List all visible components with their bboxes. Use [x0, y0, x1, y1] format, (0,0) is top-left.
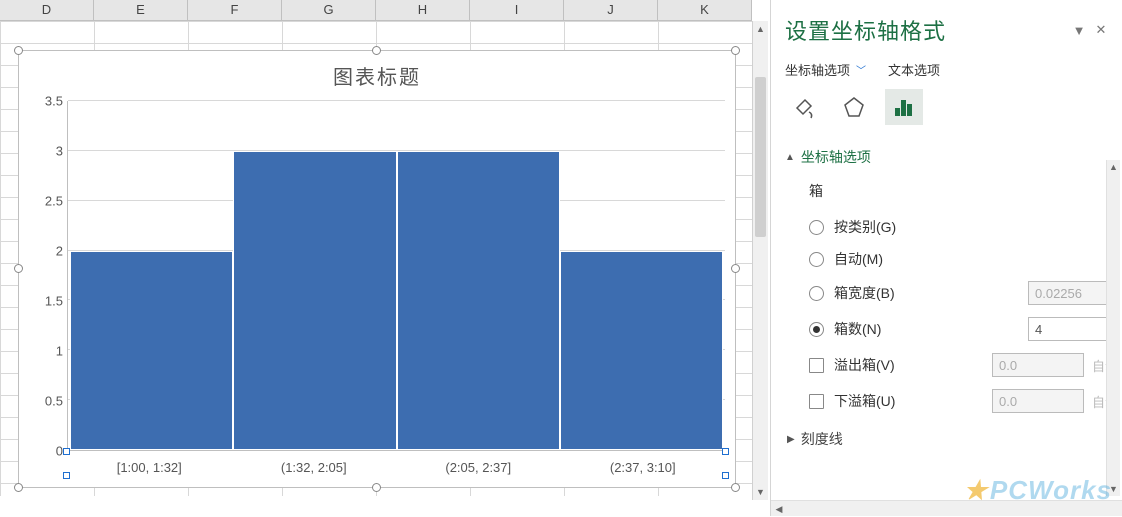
pane-title: 设置坐标轴格式 [785, 14, 1068, 46]
resize-handle[interactable] [372, 483, 381, 492]
y-tick: 2 [56, 244, 63, 259]
resize-handle[interactable] [731, 264, 740, 273]
scrollbar-thumb[interactable] [755, 77, 766, 237]
radio-label: 箱数(N) [834, 319, 1028, 339]
checkbox-icon[interactable] [809, 358, 824, 373]
underflow-input [992, 389, 1084, 413]
triangle-down-icon: ▲ [785, 152, 795, 163]
section-title: 坐标轴选项 [801, 147, 871, 167]
section-header-axis-options[interactable]: ▲ 坐标轴选项 [785, 143, 1120, 177]
radio-automatic[interactable]: 自动(M) [785, 243, 1120, 275]
column-header[interactable]: E [94, 0, 188, 20]
histogram-bars[interactable] [68, 101, 725, 450]
radio-icon[interactable] [809, 252, 824, 267]
column-header[interactable]: D [0, 0, 94, 20]
radio-bin-count[interactable]: 箱数(N) [785, 311, 1120, 347]
vertical-scrollbar[interactable]: ▲ ▼ [752, 21, 768, 500]
resize-handle[interactable] [731, 483, 740, 492]
x-tick: (2:37, 3:10] [561, 460, 726, 475]
column-header[interactable]: G [282, 0, 376, 20]
chart-object[interactable]: 图表标题 0 0.5 1 1.5 2 2.5 3 3.5 [18, 50, 736, 488]
resize-handle[interactable] [14, 46, 23, 55]
effects-icon[interactable] [835, 89, 873, 125]
pane-tabs: 坐标轴选项 ﹀ 文本选项 [783, 60, 1120, 89]
scroll-down-icon[interactable]: ▼ [1107, 482, 1120, 496]
format-axis-pane: 设置坐标轴格式 ▼ ✕ 坐标轴选项 ﹀ 文本选项 [770, 0, 1122, 516]
axis-selection-handle[interactable] [722, 472, 729, 479]
section-title: 刻度线 [801, 429, 843, 449]
x-axis[interactable]: [1:00, 1:32] (1:32, 2:05] (2:05, 2:37] (… [67, 460, 725, 475]
checkbox-icon[interactable] [809, 394, 824, 409]
resize-handle[interactable] [372, 46, 381, 55]
section-header-tick-marks[interactable]: ▶ 刻度线 [785, 419, 1120, 451]
triangle-right-icon: ▶ [787, 434, 795, 445]
resize-handle[interactable] [14, 483, 23, 492]
radio-by-category[interactable]: 按类别(G) [785, 211, 1120, 243]
pane-scrollbar[interactable]: ▲ ▼ [1106, 160, 1120, 496]
pane-icon-tabs [783, 89, 1120, 139]
axis-options-section: ▲ 坐标轴选项 箱 按类别(G) 自动(M) 箱宽度(B) 箱数(N) [783, 139, 1120, 453]
checkbox-label: 下溢箱(U) [834, 391, 992, 411]
y-axis[interactable]: 0 0.5 1 1.5 2 2.5 3 3.5 [29, 101, 67, 451]
scroll-up-icon[interactable]: ▲ [1107, 160, 1120, 174]
histogram-bar[interactable] [233, 151, 396, 450]
pane-header: 设置坐标轴格式 ▼ ✕ [783, 0, 1120, 60]
checkbox-label: 溢出箱(V) [834, 355, 992, 375]
tab-label: 坐标轴选项 [785, 60, 850, 79]
radio-icon[interactable] [809, 322, 824, 337]
fill-line-icon[interactable] [785, 89, 823, 125]
chevron-down-icon: ﹀ [856, 62, 866, 77]
radio-label: 自动(M) [834, 249, 883, 269]
axis-selection-handle[interactable] [722, 448, 729, 455]
plot-region[interactable] [67, 101, 725, 451]
scroll-down-icon[interactable]: ▼ [753, 484, 768, 500]
axis-options-icon[interactable] [885, 89, 923, 125]
radio-label: 按类别(G) [834, 217, 896, 237]
y-tick: 2.5 [45, 194, 63, 209]
axis-selection-handle[interactable] [63, 472, 70, 479]
tab-text-options[interactable]: 文本选项 [888, 60, 940, 79]
histogram-bar[interactable] [70, 251, 233, 450]
y-tick: 3 [56, 144, 63, 159]
x-tick: [1:00, 1:32] [67, 460, 232, 475]
radio-icon[interactable] [809, 220, 824, 235]
scroll-left-icon[interactable]: ◀ [771, 501, 787, 517]
tab-axis-options[interactable]: 坐标轴选项 ﹀ [785, 60, 866, 79]
histogram-bar[interactable] [397, 151, 560, 450]
pane-menu-icon[interactable]: ▼ [1068, 23, 1090, 38]
tab-label: 文本选项 [888, 60, 940, 79]
column-header-row: D E F G H I J K [0, 0, 752, 21]
radio-bin-width[interactable]: 箱宽度(B) [785, 275, 1120, 311]
scrollbar-track[interactable] [753, 37, 768, 484]
radio-label: 箱宽度(B) [834, 283, 1028, 303]
column-header[interactable]: J [564, 0, 658, 20]
column-header[interactable]: F [188, 0, 282, 20]
chart-title[interactable]: 图表标题 [19, 51, 735, 98]
histogram-bar[interactable] [560, 251, 723, 450]
axis-selection-handle[interactable] [63, 448, 70, 455]
resize-handle[interactable] [14, 264, 23, 273]
y-tick: 1.5 [45, 294, 63, 309]
column-header[interactable]: H [376, 0, 470, 20]
y-tick: 3.5 [45, 94, 63, 109]
column-header[interactable]: I [470, 0, 564, 20]
y-tick: 0 [56, 444, 63, 459]
resize-handle[interactable] [731, 46, 740, 55]
x-tick: (2:05, 2:37] [396, 460, 561, 475]
column-header[interactable]: K [658, 0, 752, 20]
x-tick: (1:32, 2:05] [232, 460, 397, 475]
close-icon[interactable]: ✕ [1090, 22, 1112, 38]
check-underflow-bin[interactable]: 下溢箱(U) 自动 [785, 383, 1120, 419]
y-tick: 1 [56, 344, 63, 359]
bins-group-label: 箱 [785, 177, 1120, 211]
plot-area[interactable]: 0 0.5 1 1.5 2 2.5 3 3.5 [29, 101, 725, 451]
radio-icon[interactable] [809, 286, 824, 301]
y-tick: 0.5 [45, 394, 63, 409]
scroll-up-icon[interactable]: ▲ [753, 21, 768, 37]
pane-horizontal-scrollbar[interactable]: ◀ [771, 500, 1122, 516]
overflow-input [992, 353, 1084, 377]
check-overflow-bin[interactable]: 溢出箱(V) 自动 [785, 347, 1120, 383]
